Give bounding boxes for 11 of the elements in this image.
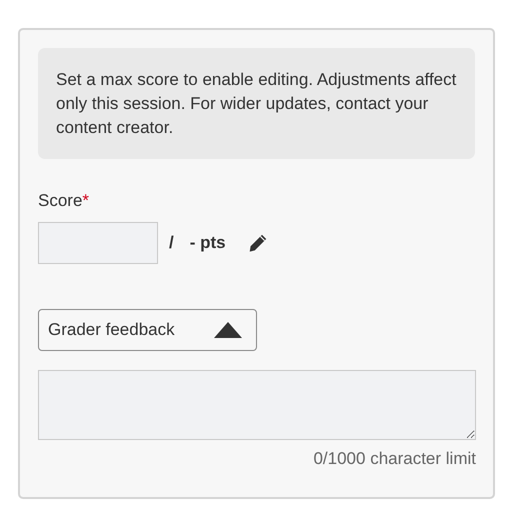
feedback-textarea[interactable] [38, 370, 476, 440]
score-input[interactable] [38, 222, 158, 264]
grader-feedback-toggle[interactable]: Grader feedback [38, 309, 257, 351]
required-asterisk: * [82, 191, 90, 210]
info-notice: Set a max score to enable editing. Adjustments affect only this session. For wider updates, contact your content creator. [38, 48, 475, 159]
pencil-icon[interactable] [248, 233, 268, 253]
caret-icon [214, 322, 242, 338]
max-points: - pts [190, 233, 226, 253]
score-separator: / [169, 233, 174, 253]
score-label: Score [38, 191, 82, 210]
character-limit: 0/1000 character limit [312, 449, 476, 469]
